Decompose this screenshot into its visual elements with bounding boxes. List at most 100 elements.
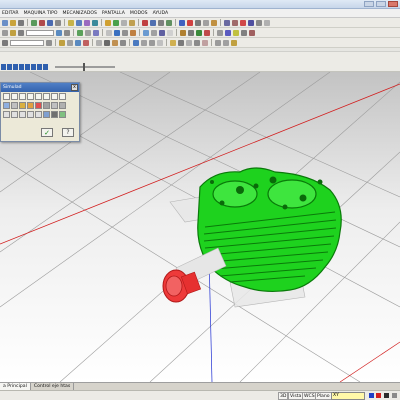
status-3d[interactable]: 3D xyxy=(278,392,289,400)
sim-option-button[interactable] xyxy=(35,93,42,100)
toolbar-button[interactable] xyxy=(170,39,176,46)
help-button[interactable]: ? xyxy=(62,128,74,137)
toolbar-button[interactable] xyxy=(202,39,208,46)
toolbar-button[interactable] xyxy=(196,29,202,36)
sim-option-button[interactable] xyxy=(3,93,10,100)
toolbar-button[interactable] xyxy=(248,19,254,26)
toolbar-button[interactable] xyxy=(55,19,61,26)
toolbar-button[interactable] xyxy=(188,29,194,36)
toolbar-button[interactable] xyxy=(68,19,74,26)
minimize-icon[interactable] xyxy=(364,1,374,7)
simulation-speed-slider[interactable] xyxy=(55,62,115,71)
toolbar-button[interactable] xyxy=(84,19,90,26)
step-icon[interactable] xyxy=(19,63,24,70)
toolbar-button[interactable] xyxy=(178,39,184,46)
toolbar-button[interactable] xyxy=(215,39,221,46)
sim-option-button[interactable] xyxy=(59,102,66,109)
toolbar-button[interactable] xyxy=(231,39,237,46)
toolbar-button[interactable] xyxy=(67,39,73,46)
toolbar-button[interactable] xyxy=(151,29,157,36)
sim-option-button[interactable] xyxy=(19,111,26,118)
toolbar-button[interactable] xyxy=(143,29,149,36)
toolbar-button[interactable] xyxy=(64,29,70,36)
ok-button[interactable]: ✓ xyxy=(41,128,53,137)
pause-icon[interactable] xyxy=(7,63,12,70)
toolbar-button[interactable] xyxy=(166,19,172,26)
toolbar-combo[interactable] xyxy=(26,29,54,36)
toolbar-button[interactable] xyxy=(96,39,102,46)
play-icon[interactable] xyxy=(1,63,6,70)
toolbar-button[interactable] xyxy=(112,39,118,46)
sim-option-button[interactable] xyxy=(51,102,58,109)
sim-option-button[interactable] xyxy=(11,93,18,100)
sim-option-button[interactable] xyxy=(3,102,10,109)
loop-icon[interactable] xyxy=(43,63,48,70)
sim-option-button[interactable] xyxy=(59,93,66,100)
sim-option-button[interactable] xyxy=(19,93,26,100)
toolbar-button[interactable] xyxy=(211,19,217,26)
plane-select[interactable]: XY xyxy=(331,392,365,400)
toolbar-button[interactable] xyxy=(92,19,98,26)
toolbar-button[interactable] xyxy=(46,39,52,46)
toolbar-button[interactable] xyxy=(77,29,83,36)
toolbar-button[interactable] xyxy=(122,29,128,36)
toolbar-button[interactable] xyxy=(167,29,173,36)
rewind-icon[interactable] xyxy=(25,63,30,70)
toolbar-button[interactable] xyxy=(241,29,247,36)
sim-option-button[interactable] xyxy=(27,102,34,109)
toolbar-button[interactable] xyxy=(121,19,127,26)
toolbar-button[interactable] xyxy=(195,19,201,26)
toolbar-button[interactable] xyxy=(150,19,156,26)
toolbar-button[interactable] xyxy=(18,19,24,26)
forward-icon[interactable] xyxy=(31,63,36,70)
toolbar-button[interactable] xyxy=(133,39,139,46)
toolbar-button[interactable] xyxy=(186,39,192,46)
sim-option-button[interactable] xyxy=(27,93,34,100)
sim-option-button[interactable] xyxy=(43,102,50,109)
toolbar-button[interactable] xyxy=(204,29,210,36)
toolbar-button[interactable] xyxy=(142,19,148,26)
menu-modos[interactable]: MODOS xyxy=(130,11,148,16)
toolbar-button[interactable] xyxy=(56,29,62,36)
toolbar-button[interactable] xyxy=(114,29,120,36)
toolbar-button[interactable] xyxy=(225,29,231,36)
sim-option-button[interactable] xyxy=(27,111,34,118)
toolbar-button[interactable] xyxy=(223,39,229,46)
toolbar-button[interactable] xyxy=(194,39,200,46)
slider-thumb[interactable] xyxy=(83,62,85,71)
toolbar-button[interactable] xyxy=(130,29,136,36)
menu-editar[interactable]: EDITAR xyxy=(2,11,19,16)
pencil-icon[interactable] xyxy=(105,19,111,26)
menu-pantalla[interactable]: PANTALLA xyxy=(102,11,125,16)
toolbar-button[interactable] xyxy=(59,39,65,46)
toolbar-button[interactable] xyxy=(129,19,135,26)
toolbar-button[interactable] xyxy=(179,19,185,26)
toolbar-button[interactable] xyxy=(187,19,193,26)
status-plano[interactable]: Plano xyxy=(315,392,332,400)
toolbar-button[interactable] xyxy=(47,19,53,26)
menu-ayuda[interactable]: AYUDA xyxy=(153,11,169,16)
maximize-icon[interactable] xyxy=(376,1,386,7)
toolbar-button[interactable] xyxy=(10,19,16,26)
toolbar-button[interactable] xyxy=(149,39,155,46)
tab-principal[interactable]: a Principal xyxy=(0,383,31,390)
toolbar-button[interactable] xyxy=(120,39,126,46)
toolbar-combo[interactable] xyxy=(10,39,44,46)
toolbar-button[interactable] xyxy=(240,19,246,26)
sim-option-button[interactable] xyxy=(19,102,26,109)
toolbar-button[interactable] xyxy=(31,19,37,26)
sim-option-button[interactable] xyxy=(35,111,42,118)
toolbar-button[interactable] xyxy=(113,19,119,26)
toolbar-button[interactable] xyxy=(2,39,8,46)
close-icon[interactable] xyxy=(388,1,398,7)
sim-option-button[interactable] xyxy=(11,102,18,109)
toolbar-button[interactable] xyxy=(180,29,186,36)
sim-option-button[interactable] xyxy=(51,93,58,100)
sim-option-button[interactable] xyxy=(59,111,66,118)
stop-icon[interactable] xyxy=(13,63,18,70)
tab-control-eje-htas[interactable]: Control eje htas xyxy=(31,383,75,390)
toolbar-button[interactable] xyxy=(233,29,239,36)
toolbar-button[interactable] xyxy=(104,39,110,46)
toolbar-button[interactable] xyxy=(141,39,147,46)
sim-option-button[interactable] xyxy=(51,111,58,118)
